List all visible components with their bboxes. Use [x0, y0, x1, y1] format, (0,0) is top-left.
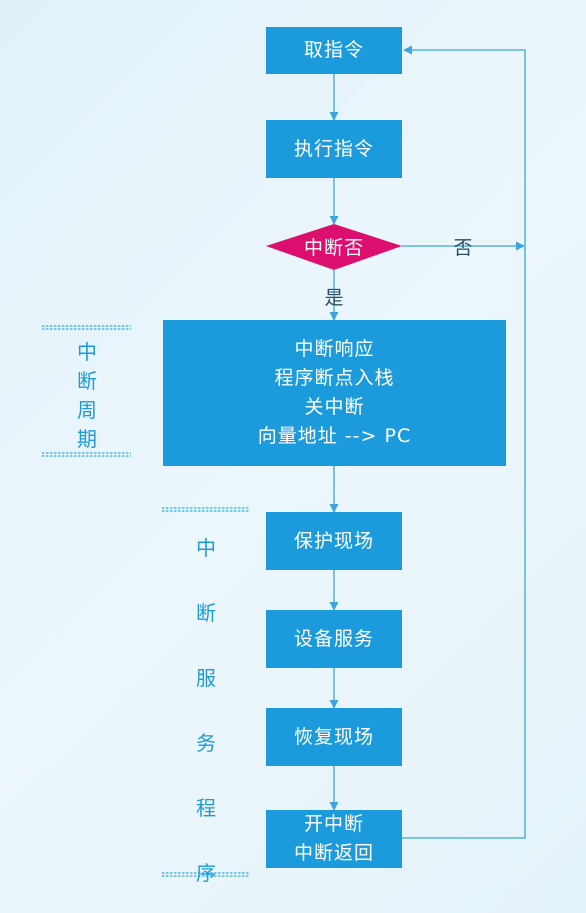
device-service-label: 设备服务 [293, 627, 374, 650]
restore-context-box: 恢复现场 [266, 708, 402, 766]
service-char-4: 务 [196, 731, 216, 755]
interrupt-cycle-line-1: 中断响应 [294, 338, 375, 360]
yes-branch-label: 是 [324, 286, 344, 309]
execute-instruction-box: 执行指令 [266, 120, 402, 178]
service-routine-group-label: 中 断 服 务 程 序 [191, 516, 221, 906]
protect-context-label: 保护现场 [293, 529, 374, 552]
interrupt-cycle-line-2: 程序断点入栈 [274, 367, 395, 389]
service-char-1: 中 [196, 536, 216, 560]
fetch-instruction-label: 取指令 [303, 39, 364, 61]
finish-interrupt-box: 开中断 中断返回 [266, 810, 402, 868]
cycle-char-3: 周 [77, 398, 97, 422]
interrupt-cycle-box: 中断响应 程序断点入栈 关中断 向量地址 --> PC [163, 320, 506, 466]
fetch-instruction-box: 取指令 [266, 27, 402, 74]
service-char-6: 序 [196, 861, 216, 885]
restore-context-label: 恢复现场 [293, 725, 374, 748]
flowchart-canvas: 取指令 执行指令 中断否 否 是 中断响应 程序断点入栈 关中断 向量地址 --… [0, 0, 586, 913]
decision-label: 中断否 [303, 236, 364, 259]
interrupt-cycle-line-3: 关中断 [304, 396, 365, 418]
protect-context-box: 保护现场 [266, 512, 402, 570]
service-char-3: 服 [196, 666, 216, 690]
cycle-char-2: 断 [77, 369, 97, 393]
no-branch-label: 否 [453, 236, 473, 259]
cycle-char-1: 中 [77, 340, 97, 364]
execute-instruction-label: 执行指令 [293, 137, 374, 160]
enable-interrupt-label: 开中断 [303, 813, 364, 835]
service-char-2: 断 [196, 601, 216, 625]
interrupt-cycle-line-4: 向量地址 --> PC [257, 425, 412, 447]
interrupt-return-label: 中断返回 [293, 842, 374, 864]
cycle-char-4: 期 [77, 427, 97, 451]
service-char-5: 程 [196, 796, 216, 820]
interrupt-cycle-group-label: 中 断 周 期 [72, 338, 102, 454]
device-service-box: 设备服务 [266, 610, 402, 668]
